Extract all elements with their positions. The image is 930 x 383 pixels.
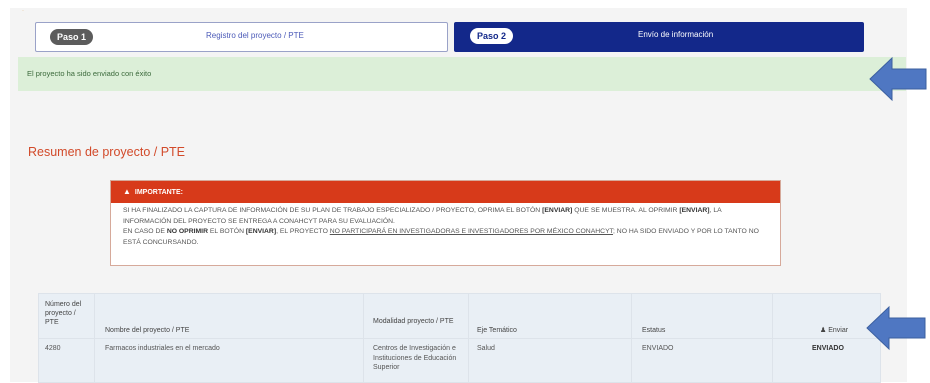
warning-icon: ▲ <box>123 187 131 196</box>
send-status[interactable]: ENVIADO <box>812 344 844 354</box>
success-alert: El proyecto ha sido enviado con éxito <box>18 57 906 91</box>
corner-mark: · <box>22 8 24 14</box>
cell-numero: 4280 <box>45 345 61 352</box>
cell-modalidad: Centros de Investigación e Instituciones… <box>373 345 457 371</box>
projects-table: Número del proyecto / PTE Nombre del pro… <box>38 293 881 383</box>
cell-eje: Salud <box>477 345 495 352</box>
warning-header: ▲ IMPORTANTE: <box>111 181 780 203</box>
cell-estatus: ENVIADO <box>642 345 674 352</box>
important-warning: ▲ IMPORTANTE: SI HA FINALIZADO LA CAPTUR… <box>110 180 781 266</box>
header-enviar: ♟ Enviar <box>820 326 848 335</box>
user-icon: ♟ <box>820 327 827 334</box>
header-modalidad: Modalidad proyecto / PTE <box>373 318 454 325</box>
table-header-divider <box>39 338 880 339</box>
step-2[interactable]: Paso 2 Envío de información <box>454 22 864 52</box>
header-estatus: Estatus <box>642 327 666 334</box>
step-2-label: Envío de información <box>638 30 714 39</box>
header-enviar-label: Enviar <box>828 327 849 334</box>
warning-title: IMPORTANTE: <box>134 189 183 196</box>
step-1[interactable]: Paso 1 Registro del proyecto / PTE <box>35 22 448 52</box>
step-2-badge: Paso 2 <box>470 28 514 44</box>
warning-body: SI HA FINALIZADO LA CAPTURA DE INFORMACI… <box>123 207 759 246</box>
left-arrow-icon <box>869 56 927 102</box>
left-arrow-icon <box>866 305 926 351</box>
step-1-badge: Paso 1 <box>50 29 94 45</box>
cell-nombre: Farmacos industriales en el mercado <box>105 345 220 352</box>
header-nombre: Nombre del proyecto / PTE <box>105 327 190 334</box>
section-title: Resumen de proyecto / PTE <box>28 145 186 159</box>
header-eje: Eje Temático <box>477 327 517 334</box>
header-numero: Número del proyecto / PTE <box>45 301 82 326</box>
step-1-label: Registro del proyecto / PTE <box>206 31 304 40</box>
